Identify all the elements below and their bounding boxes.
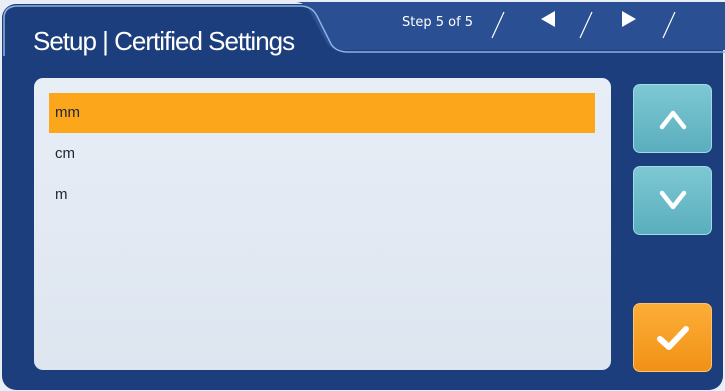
page-title: Setup | Certified Settings xyxy=(33,26,295,56)
next-step-button[interactable] xyxy=(609,8,649,30)
scroll-down-button[interactable] xyxy=(633,166,712,235)
list-item-m[interactable]: m xyxy=(49,175,595,215)
certified-settings-screen: Setup | Certified Settings Step 5 of 5 m… xyxy=(0,0,725,391)
list-item-mm[interactable]: mm xyxy=(49,93,595,133)
confirm-button[interactable] xyxy=(633,303,712,372)
units-list: mm cm m xyxy=(34,78,611,370)
list-item-cm[interactable]: cm xyxy=(49,134,595,174)
triangle-right-icon xyxy=(622,11,636,27)
chevron-up-icon xyxy=(659,110,686,129)
previous-step-button[interactable] xyxy=(528,8,568,30)
step-indicator: Step 5 of 5 xyxy=(402,15,474,30)
scroll-up-button[interactable] xyxy=(633,84,712,153)
checkmark-icon xyxy=(656,325,689,350)
triangle-left-icon xyxy=(541,11,555,27)
chevron-down-icon xyxy=(659,190,686,209)
